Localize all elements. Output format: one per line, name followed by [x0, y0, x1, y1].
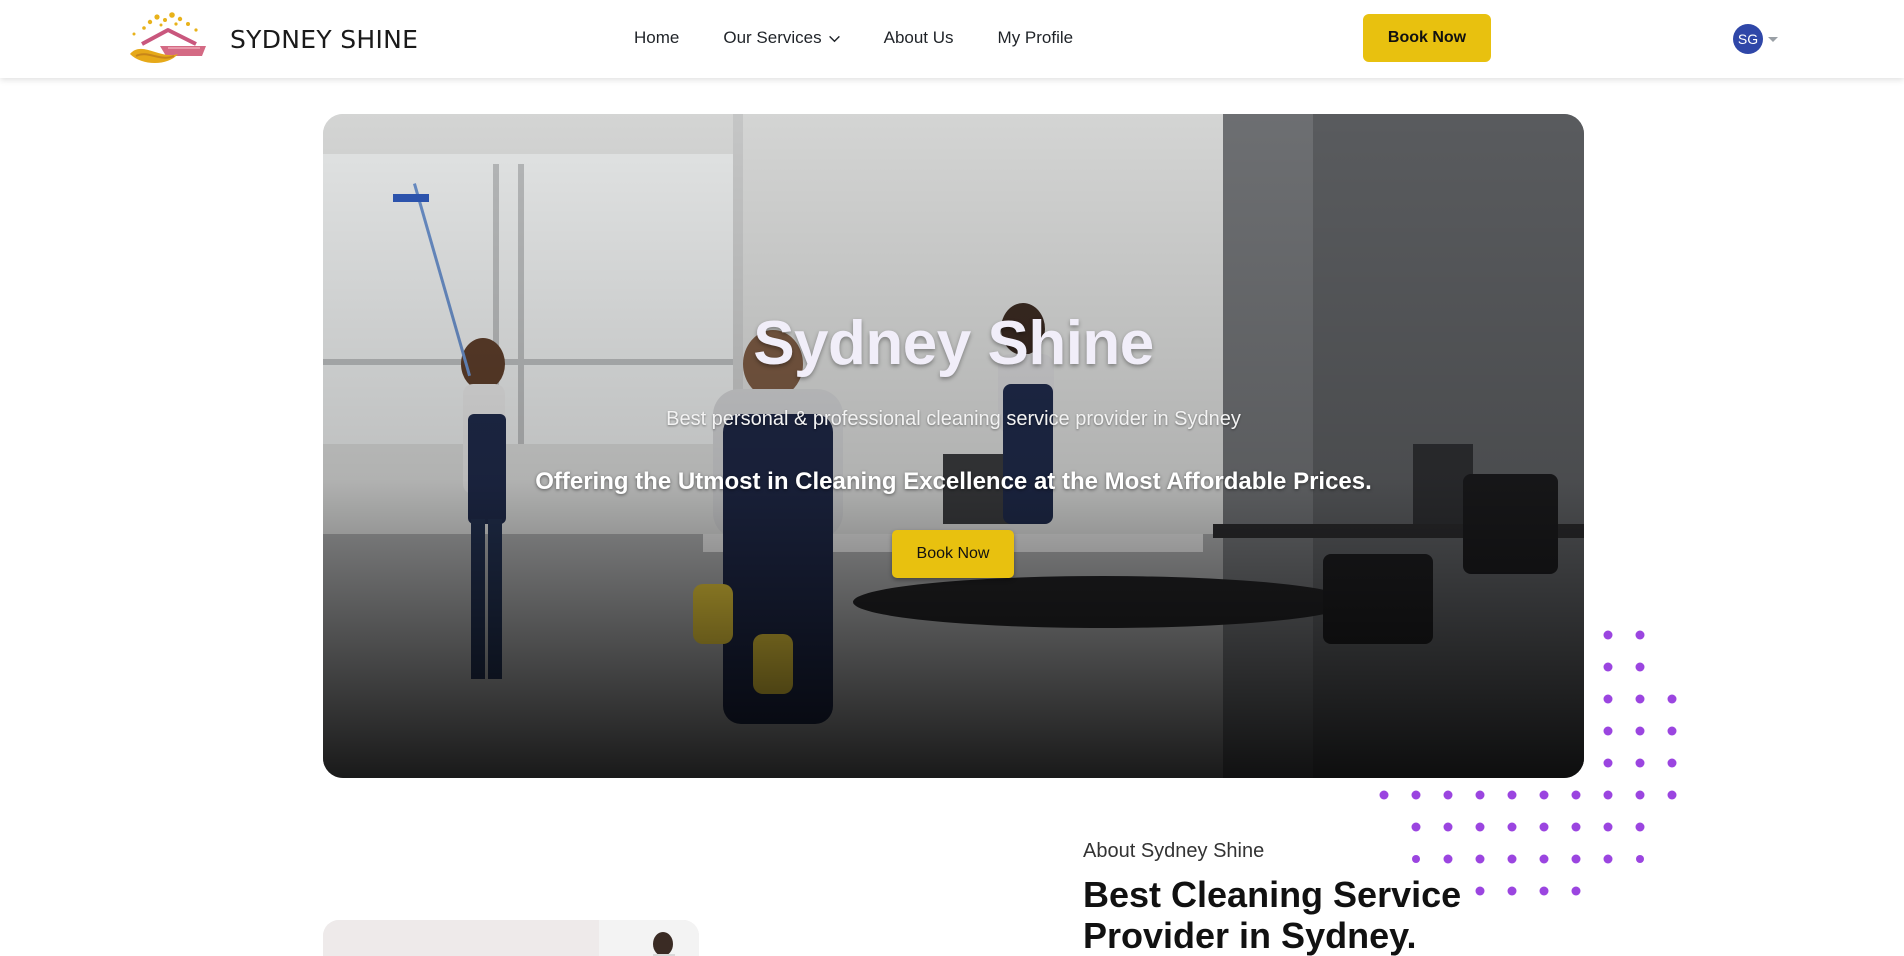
avatar: SG [1733, 24, 1763, 54]
header-book-now-button[interactable]: Book Now [1363, 14, 1491, 62]
nav-services-dropdown[interactable]: Our Services [723, 28, 840, 48]
brand-logo-link[interactable]: SYDNEY SHINE [120, 10, 418, 68]
nav-profile-link[interactable]: My Profile [998, 28, 1074, 48]
hero-book-now-button[interactable]: Book Now [892, 530, 1014, 578]
about-eyebrow: About Sydney Shine [1083, 840, 1265, 862]
nav-about-link[interactable]: About Us [884, 28, 954, 48]
brand-name: SYDNEY SHINE [230, 24, 419, 54]
hero-tagline: Offering the Utmost in Cleaning Excellen… [535, 468, 1372, 495]
top-navbar: SYDNEY SHINE Home Our Services About Us … [0, 0, 1904, 78]
hero-content: Sydney Shine Best personal & professiona… [323, 114, 1584, 778]
caret-down-icon [1768, 36, 1778, 42]
hero-title: Sydney Shine [753, 309, 1154, 378]
nav-home-link[interactable]: Home [634, 28, 679, 48]
house-sparkle-logo-icon [130, 12, 206, 63]
main-nav: Home Our Services About Us My Profile [634, 28, 1073, 48]
about-photo-scene [323, 920, 699, 956]
chevron-down-icon [828, 35, 840, 42]
user-menu[interactable]: SG [1733, 24, 1778, 54]
nav-services-label: Our Services [723, 28, 822, 47]
about-section-photo [323, 920, 699, 956]
hero-banner: Sydney Shine Best personal & professiona… [323, 114, 1584, 778]
hero-subtitle: Best personal & professional cleaning se… [666, 408, 1241, 430]
